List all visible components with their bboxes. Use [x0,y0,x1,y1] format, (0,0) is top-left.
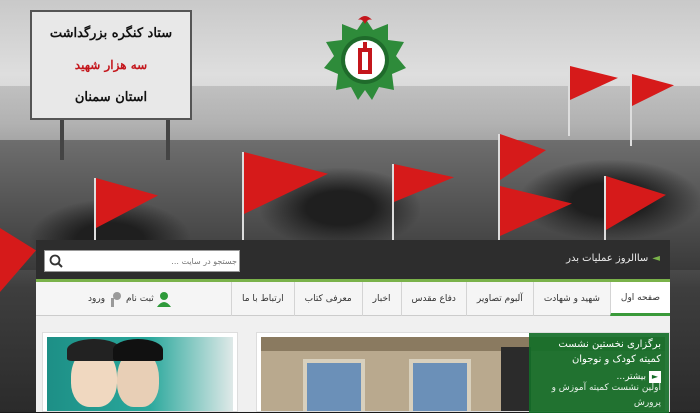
menu-item-books[interactable]: معرفی کتاب [293,282,362,316]
curtain [501,347,531,411]
flag-pole [568,66,570,136]
flag-pole [498,134,500,242]
flag-pole [630,74,632,146]
search-box [44,250,240,272]
framed-picture [409,359,471,411]
billboard-line: ستاد کنگره بزرگداشت [49,26,173,41]
featured-news-overlay: برگزاری نخستین نشست کمیته کودک و نوجوان … [529,333,669,413]
login-label: ورود [88,294,106,304]
main-menu-bar: صفحه اول شهید و شهادت آلبوم تصاویر دفاع … [36,282,670,316]
search-input[interactable] [69,253,237,269]
billboard-legs [60,120,170,160]
framed-picture [303,359,365,411]
menu-item-holy-defense[interactable]: دفاع مقدس [400,282,466,316]
key-icon [111,292,122,307]
featured-news-title[interactable]: برگزاری نخستین نشست کمیته کودک و نوجوان [537,337,661,367]
flag-pole [392,164,394,242]
featured-news-card[interactable]: برگزاری نخستین نشست کمیته کودک و نوجوان … [256,332,670,413]
menu-item-martyrs[interactable]: شهید و شهادت [532,282,610,316]
arrow-left-icon: ◄ [652,253,660,264]
leaders-image [47,337,233,411]
billboard-line: استان سمنان [74,90,148,105]
register-link[interactable]: ثبت نام [126,291,171,307]
leader-image-card[interactable] [42,332,238,412]
user-add-icon [156,292,171,307]
login-link[interactable]: ورود [88,291,122,307]
top-bar: ◄ساالروز عملیات بدر [36,240,670,282]
content-area: برگزاری نخستین نشست کمیته کودک و نوجوان … [36,316,670,413]
flag-pole [242,152,244,242]
billboard-line: سه هزار شهید [74,58,148,72]
next-news-title[interactable]: اولین نشست کمیته آموزش و پرورش [529,381,661,411]
menu-item-news[interactable]: اخبار [361,282,401,316]
site-name-label: ساالروز عملیات بدر [566,253,649,264]
flag-pole [94,178,96,242]
flag-pole [604,176,606,242]
emblem-logo [324,16,406,100]
menu-item-home[interactable]: صفحه اول [609,282,670,316]
menu-item-gallery[interactable]: آلبوم تصاویر [465,282,533,316]
account-links: ثبت نام ورود [74,282,171,316]
menu-item-contact[interactable]: ارتباط با ما [230,282,294,316]
register-label: ثبت نام [126,294,154,304]
search-icon[interactable] [47,253,65,269]
main-menu: صفحه اول شهید و شهادت آلبوم تصاویر دفاع … [230,282,670,316]
billboard: ستاد کنگره بزرگداشت سه هزار شهید استان س… [30,10,192,120]
site-name[interactable]: ◄ساالروز عملیات بدر [566,253,660,264]
turban [113,339,163,361]
